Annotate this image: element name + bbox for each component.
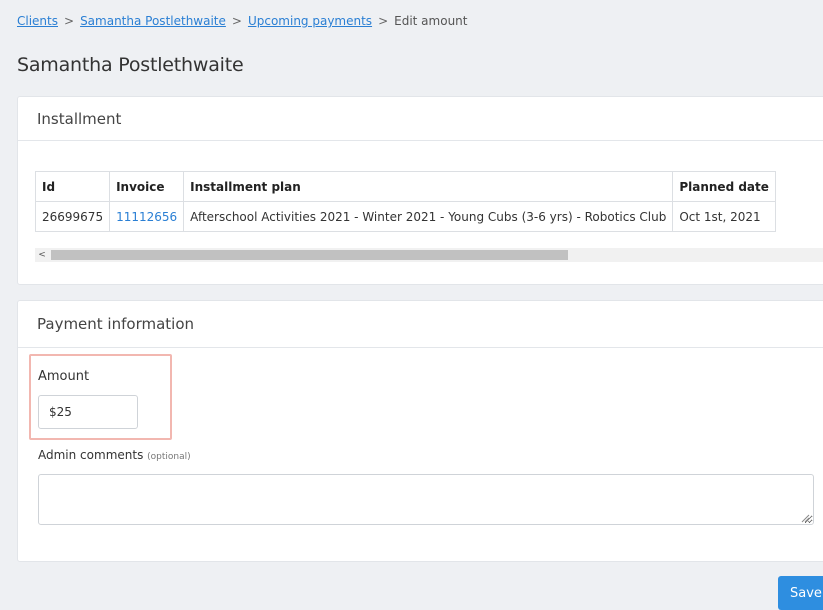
breadcrumb: Clients > Samantha Postlethwaite > Upcoming …: [17, 14, 467, 28]
horizontal-scrollbar[interactable]: < >: [35, 248, 823, 262]
cell-id: 26699675: [34, 201, 111, 232]
amount-label: Amount: [38, 369, 90, 384]
scroll-left-arrow-icon[interactable]: <: [35, 248, 49, 262]
breadcrumb-link-client[interactable]: Samantha Postlethwaite: [80, 14, 226, 28]
breadcrumb-link-clients[interactable]: Clients: [17, 14, 58, 28]
breadcrumb-current: Edit amount: [394, 14, 468, 28]
table-header-row: Id Invoice Installment plan Planned date: [34, 171, 776, 202]
admin-comments-label: Admin comments (optional): [38, 448, 191, 462]
breadcrumb-separator: >: [378, 14, 389, 28]
column-header-invoice: Invoice: [109, 171, 185, 202]
table-row: 26699675 11112656 Afterschool Activities…: [34, 201, 776, 232]
column-header-installment-plan: Installment plan: [183, 171, 674, 202]
optional-hint: (optional): [147, 452, 191, 462]
payment-information-card: Payment information Amount Admin comment…: [17, 300, 823, 562]
save-button[interactable]: Save: [778, 576, 823, 610]
payment-card-title: Payment information: [18, 301, 823, 348]
resize-handle-icon[interactable]: [800, 513, 810, 523]
breadcrumb-separator: >: [231, 14, 242, 28]
cell-installment-plan: Afterschool Activities 2021 - Winter 202…: [183, 201, 674, 232]
admin-comments-label-text: Admin comments: [38, 448, 144, 462]
installment-table: Id Invoice Installment plan Planned date…: [34, 171, 776, 232]
cell-planned-date: Oct 1st, 2021: [672, 201, 776, 232]
admin-comments-textarea[interactable]: [38, 474, 814, 525]
column-header-id: Id: [34, 171, 111, 202]
scrollbar-thumb[interactable]: [51, 250, 568, 260]
breadcrumb-link-upcoming-payments[interactable]: Upcoming payments: [248, 14, 372, 28]
invoice-link[interactable]: 11112656: [109, 201, 185, 232]
installment-card-title: Installment: [18, 97, 823, 141]
installment-card: Installment Id Invoice Installment plan …: [17, 96, 823, 285]
page-title: Samantha Postlethwaite: [17, 54, 244, 76]
amount-input[interactable]: [38, 395, 138, 429]
column-header-planned-date: Planned date: [672, 171, 776, 202]
breadcrumb-separator: >: [64, 14, 75, 28]
